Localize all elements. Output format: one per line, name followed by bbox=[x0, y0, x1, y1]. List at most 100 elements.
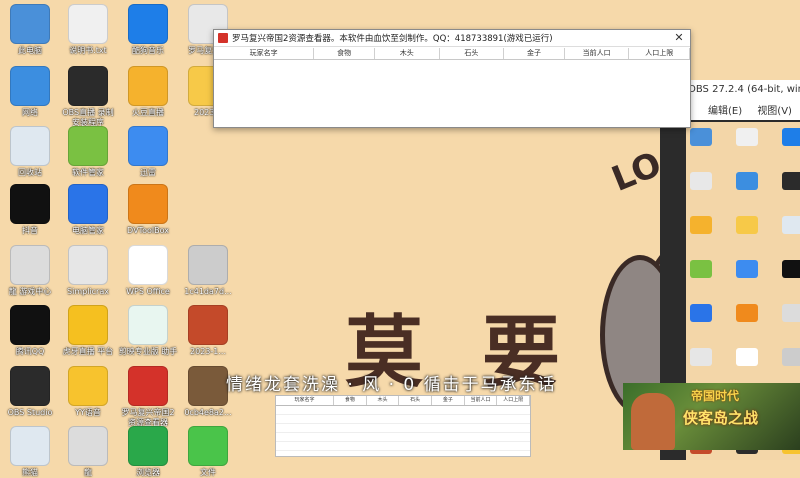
desktop-icon-label: 龍 游戏中心 bbox=[8, 287, 52, 296]
preview-recycle-bin-icon bbox=[782, 216, 800, 234]
jianying-icon bbox=[128, 305, 168, 345]
dragon-game-icon bbox=[10, 245, 50, 285]
yy-icon bbox=[68, 366, 108, 406]
huya-icon bbox=[68, 305, 108, 345]
desktop-icon-text-file[interactable]: 说明书.txt bbox=[58, 4, 118, 56]
column-header[interactable]: 食物 bbox=[314, 48, 375, 59]
desktop-icon-colorful-file[interactable]: 文件 bbox=[178, 426, 238, 478]
preview-network-icon bbox=[736, 172, 758, 190]
desktop-icon-label: 此电脑 bbox=[18, 46, 42, 55]
column-header[interactable]: 玩家名字 bbox=[214, 48, 315, 59]
simplicrax-icon bbox=[68, 245, 108, 285]
desktop-icon-screenshot-file[interactable]: 2023-1... bbox=[178, 305, 238, 357]
rome-viewer-icon bbox=[128, 366, 168, 406]
desktop-icon-xunlei[interactable]: 迅雷 bbox=[118, 126, 178, 178]
desktop-icon-qq[interactable]: 腾讯QQ bbox=[0, 305, 60, 357]
desktop-icon-pc-manager[interactable]: 电脑管家 bbox=[58, 184, 118, 236]
desktop-icon-computer[interactable]: 此电脑 bbox=[0, 4, 60, 56]
dvtoolbox-icon bbox=[128, 184, 168, 224]
software-manager-icon bbox=[68, 126, 108, 166]
desktop-icon-douyin[interactable]: 抖音 bbox=[0, 184, 60, 236]
desktop-icon-browser[interactable]: 浏览器 bbox=[118, 426, 178, 478]
preview-wps-doc-icon bbox=[690, 172, 712, 190]
video-subtitle: 情绪龙套洗澡 · 风 · 0 循击于马承东话 bbox=[226, 375, 557, 395]
desktop-icon-huya[interactable]: 虎牙直播 平台 bbox=[58, 305, 118, 357]
obs-menubar: 编辑(E) 视图(V) bbox=[708, 102, 800, 117]
wps-office-icon bbox=[128, 245, 168, 285]
desktop-icon-yy[interactable]: YY语音 bbox=[58, 366, 118, 418]
kugou-music-icon bbox=[128, 4, 168, 44]
network-icon bbox=[10, 66, 50, 106]
preview-image-file-icon bbox=[782, 348, 800, 366]
column-header[interactable]: 木头 bbox=[375, 48, 440, 59]
obs-studio-icon bbox=[10, 366, 50, 406]
qq-icon bbox=[10, 305, 50, 345]
desktop-icon-label: 文件 bbox=[200, 468, 216, 477]
game-ad-banner[interactable]: 帝国时代 侠客岛之战 bbox=[623, 383, 800, 450]
resource-table-body[interactable] bbox=[214, 60, 690, 127]
desktop-icon-jianying[interactable]: 剪映专业版 助手 bbox=[118, 305, 178, 357]
xunlei-icon bbox=[128, 126, 168, 166]
desktop-icon-dragon-game[interactable]: 龍 游戏中心 bbox=[0, 245, 60, 297]
desktop-icon-label: 火豆直播 bbox=[132, 108, 164, 117]
desktop-icon-label: 迅雷 bbox=[140, 168, 156, 177]
preview-kugou-music-icon bbox=[782, 128, 800, 146]
preview-folder-icon bbox=[736, 216, 758, 234]
desktop-icon-label: WPS Office bbox=[126, 287, 170, 296]
screenshot-file-icon bbox=[188, 305, 228, 345]
pc-manager-icon bbox=[68, 184, 108, 224]
desktop-icon-obs[interactable]: OBS直播 录制 安装程序 bbox=[58, 66, 118, 128]
column-header[interactable]: 当前人口 bbox=[565, 48, 630, 59]
desktop-icon-huodou-live[interactable]: 火豆直播 bbox=[118, 66, 178, 118]
dragon-icon bbox=[68, 426, 108, 466]
desktop-icon-recycle-bin[interactable]: 回收站 bbox=[0, 126, 60, 178]
spreadsheet-column-header: 玩家名字 bbox=[276, 396, 334, 405]
spreadsheet-column-header: 人口上限 bbox=[497, 396, 531, 405]
desktop-icon-label: 熊猫 bbox=[22, 468, 38, 477]
preview-pc-manager-icon bbox=[690, 304, 712, 322]
desktop-icon-dragon[interactable]: 龍 bbox=[58, 426, 118, 478]
obs-menu-edit[interactable]: 编辑(E) bbox=[708, 106, 742, 117]
spreadsheet-column-header: 石头 bbox=[399, 396, 433, 405]
desktop-icon-kugou-music[interactable]: 酷狗音乐 bbox=[118, 4, 178, 56]
image-file-icon-2 bbox=[188, 366, 228, 406]
spreadsheet-grid bbox=[276, 406, 530, 456]
desktop-icon-label: OBS直播 录制 安装程序 bbox=[62, 108, 114, 127]
resource-viewer-window[interactable]: 罗马复兴帝国2资源查看器。本软件由血饮至剑制作。QQ：418733891(游戏已… bbox=[213, 29, 691, 128]
spreadsheet-column-header: 食物 bbox=[334, 396, 367, 405]
desktop-icon-label: 2023-1... bbox=[190, 347, 226, 356]
desktop-icon-label: DVToolBox bbox=[127, 226, 169, 235]
obs-menu-view[interactable]: 视图(V) bbox=[757, 106, 792, 117]
desktop-icon-obs-studio[interactable]: OBS Studio bbox=[0, 366, 60, 418]
preview-computer-icon bbox=[690, 128, 712, 146]
image-file-icon bbox=[188, 245, 228, 285]
desktop-icon-network[interactable]: 网络 bbox=[0, 66, 60, 118]
desktop-icon-image-file[interactable]: 1c41da7d... bbox=[178, 245, 238, 297]
panda-icon bbox=[10, 426, 50, 466]
desktop-icon-simplicrax[interactable]: Simplicrax bbox=[58, 245, 118, 297]
desktop-icon-dvtoolbox[interactable]: DVToolBox bbox=[118, 184, 178, 236]
desktop-icon-label: 罗马复兴帝国2 资源查看器 bbox=[121, 408, 175, 427]
desktop-icon-label: 软件管家 bbox=[72, 168, 104, 177]
column-header[interactable]: 石头 bbox=[440, 48, 505, 59]
desktop-icon-rome-viewer[interactable]: 罗马复兴帝国2 资源查看器 bbox=[118, 366, 178, 428]
desktop-icon-label: 抖音 bbox=[22, 226, 38, 235]
desktop-icon-label: 回收站 bbox=[18, 168, 42, 177]
window-titlebar[interactable]: 罗马复兴帝国2资源查看器。本软件由血饮至剑制作。QQ：418733891(游戏已… bbox=[214, 30, 690, 47]
preview-xunlei-icon bbox=[736, 260, 758, 278]
desktop-icon-label: Simplicrax bbox=[67, 287, 109, 296]
desktop-icon-label: 虎牙直播 平台 bbox=[62, 347, 114, 356]
column-header[interactable]: 人口上限 bbox=[629, 48, 691, 59]
preview-text-file-icon bbox=[736, 128, 758, 146]
preview-dragon-game-icon bbox=[782, 304, 800, 322]
column-header[interactable]: 金子 bbox=[504, 48, 565, 59]
desktop-icon-panda[interactable]: 熊猫 bbox=[0, 426, 60, 478]
wallpaper-lo-text: LO bbox=[606, 144, 668, 200]
resource-table-header: 玩家名字 食物 木头 石头 金子 当前人口 人口上限 bbox=[214, 48, 691, 60]
huodou-live-icon bbox=[128, 66, 168, 106]
close-button[interactable]: ✕ bbox=[668, 30, 690, 46]
desktop-icon-software-manager[interactable]: 软件管家 bbox=[58, 126, 118, 178]
preview-douyin-icon bbox=[782, 260, 800, 278]
desktop-icon-wps-office[interactable]: WPS Office bbox=[118, 245, 178, 297]
desktop-icon-label: 说明书.txt bbox=[69, 46, 107, 55]
